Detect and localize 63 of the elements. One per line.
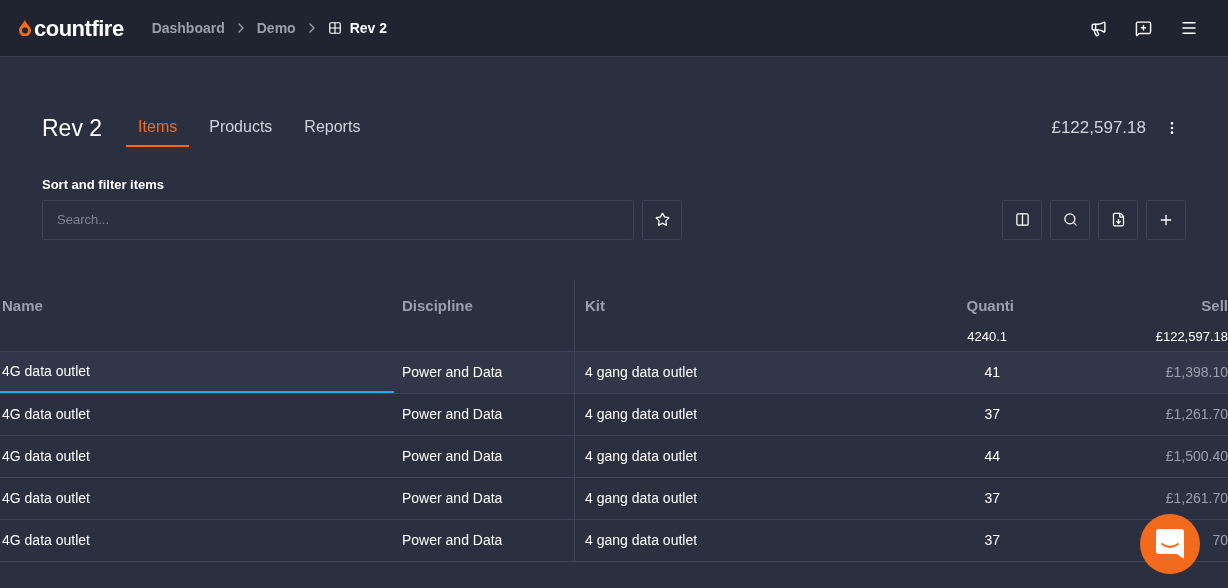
chat-icon	[1156, 529, 1184, 559]
table-cell-text: £1,261.70	[1165, 488, 1228, 508]
chat-launcher[interactable]	[1140, 514, 1200, 574]
export-button[interactable]	[1098, 199, 1138, 240]
feedback-icon[interactable]	[1135, 19, 1152, 37]
table-row[interactable]: 4G data outlet Power and Data 4 gang data outlet 37 £1,261.70	[0, 393, 1228, 436]
column-header[interactable]: Discipline	[402, 294, 574, 317]
table-cell-text: 4G data outlet	[2, 404, 90, 424]
table-cell-text: 70	[1212, 530, 1228, 550]
logo[interactable]: countfire	[34, 11, 124, 45]
table-cell-text: 4 gang data outlet	[585, 362, 698, 382]
table-cell-text: 4 gang data outlet	[585, 530, 698, 550]
search-icon	[1062, 212, 1078, 227]
search-button[interactable]	[1050, 199, 1090, 240]
table-cell-text: 4 gang data outlet	[585, 488, 698, 508]
table-cell-text: Power and Data	[402, 446, 503, 466]
table-cell-text: 37	[984, 488, 1001, 508]
grid-icon	[327, 21, 342, 35]
columns-button[interactable]	[1002, 199, 1042, 240]
table-cell-text: 4G data outlet	[2, 446, 90, 466]
breadcrumb-link[interactable]: Demo	[256, 17, 296, 39]
column-header[interactable]: Sell	[1034, 294, 1228, 317]
table-cell-text: 4G data outlet	[2, 488, 90, 508]
megaphone-icon[interactable]	[1090, 19, 1107, 37]
quantity-total: 4240.1	[966, 328, 1008, 346]
total-amount: £122,597.18	[1051, 117, 1146, 140]
table-cell-text: 37	[984, 404, 1001, 424]
columns-icon	[1014, 212, 1030, 227]
star-icon	[654, 212, 670, 227]
table-cell-text: 4G data outlet	[2, 530, 90, 550]
table-cell-text: 37	[984, 530, 1001, 550]
table-cell-text: Power and Data	[402, 530, 503, 550]
table-cell-text: £1,500.40	[1165, 446, 1228, 466]
column-header[interactable]: Name	[2, 294, 394, 317]
table-cell-text: Power and Data	[402, 404, 503, 424]
breadcrumb-link[interactable]: Rev 2	[349, 17, 387, 39]
table-cell-text: £1,398.10	[1165, 362, 1228, 382]
breadcrumb-link[interactable]: Dashboard	[151, 17, 225, 39]
table-cell-text: 4 gang data outlet	[585, 404, 698, 424]
table-cell-text: 4G data outlet	[2, 361, 90, 381]
add-button[interactable]	[1146, 199, 1186, 240]
column-header[interactable]: Quanti	[864, 294, 1014, 317]
table-row[interactable]: 4G data outlet Power and Data 4 gang data outlet 37 £1,261.70	[0, 477, 1228, 520]
tab[interactable]: Items	[126, 109, 190, 147]
page-title: Rev 2	[42, 113, 103, 143]
table-row[interactable]: 4G data outlet Power and Data 4 gang data outlet 44 £1,500.40	[0, 435, 1228, 478]
table-cell-text: 41	[984, 362, 1001, 382]
table-cell-text: Power and Data	[402, 362, 503, 382]
table-cell-text: 4 gang data outlet	[585, 446, 698, 466]
search-field[interactable]: Search...	[42, 199, 634, 240]
tab[interactable]: Products	[197, 109, 285, 147]
flame-icon	[18, 20, 32, 36]
file-download-icon	[1110, 212, 1126, 227]
table-cell-text: 44	[984, 446, 1001, 466]
favorite-button[interactable]	[642, 199, 682, 240]
column-header[interactable]: Kit	[585, 294, 864, 317]
table-cell-text: £1,261.70	[1165, 404, 1228, 424]
table-cell-text: Power and Data	[402, 488, 503, 508]
menu-icon[interactable]	[1180, 19, 1198, 37]
table-row[interactable]: 4G data outlet Power and Data 4 gang data outlet 41 £1,398.10	[0, 351, 1228, 394]
sell-total: £122,597.18	[1154, 328, 1228, 346]
filter-label: Sort and filter items	[42, 176, 166, 194]
tab[interactable]: Reports	[292, 109, 373, 147]
